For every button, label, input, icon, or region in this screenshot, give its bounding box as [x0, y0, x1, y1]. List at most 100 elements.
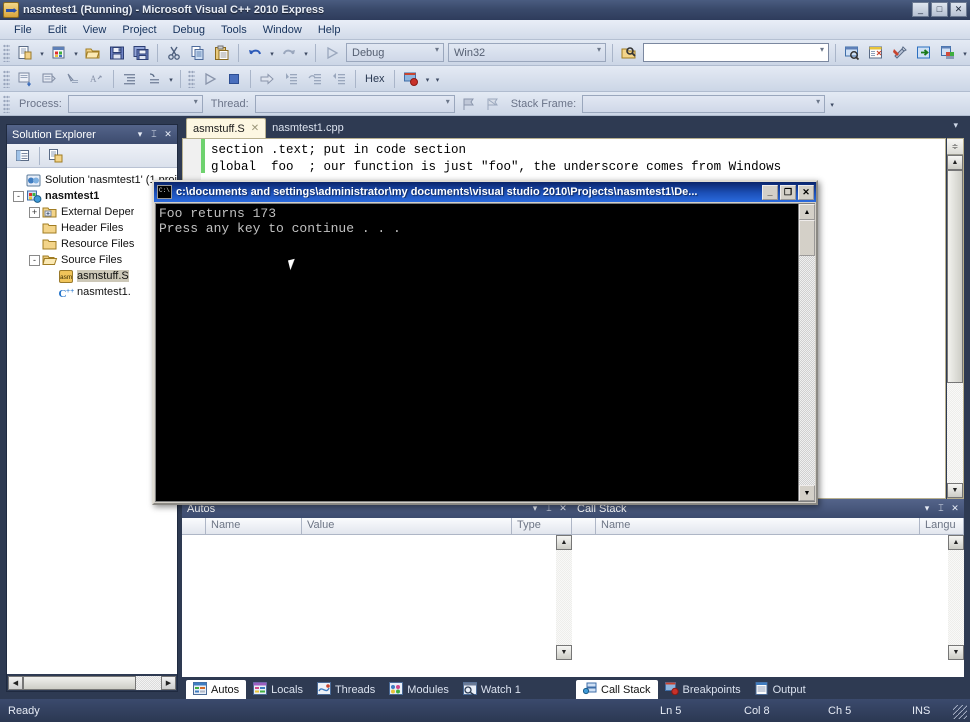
cut-icon[interactable]: [163, 42, 185, 64]
start-debug-icon[interactable]: [321, 42, 343, 64]
new-item-icon[interactable]: [14, 42, 36, 64]
console-titlebar[interactable]: c:\documents and settings\administrator\…: [154, 182, 816, 202]
open-file-icon[interactable]: [82, 42, 104, 64]
console-minimize-button[interactable]: _: [762, 184, 778, 200]
toolbar-grip[interactable]: [188, 69, 195, 88]
new-project-dropdown[interactable]: ▾: [71, 42, 81, 64]
thread-flag-icon[interactable]: [458, 93, 480, 115]
tab-threads[interactable]: Threads: [310, 680, 382, 699]
chevron-down-icon[interactable]: ▾: [920, 501, 934, 516]
chevron-down-icon[interactable]: ▾: [953, 120, 958, 131]
menu-tools[interactable]: Tools: [213, 22, 255, 38]
menu-window[interactable]: Window: [255, 22, 310, 38]
console-close-button[interactable]: ✕: [798, 184, 814, 200]
tab-breakpoints[interactable]: Breakpoints: [658, 680, 748, 699]
step-into-icon[interactable]: [280, 68, 302, 90]
toolbox-icon[interactable]: [889, 42, 911, 64]
scroll-down-button[interactable]: ▼: [947, 483, 963, 498]
thread-combo[interactable]: [254, 94, 455, 113]
tab-output[interactable]: Output: [748, 680, 813, 699]
new-project-icon[interactable]: [48, 42, 70, 64]
new-item-dropdown[interactable]: ▾: [37, 42, 47, 64]
breakpoints-dropdown[interactable]: ▾: [423, 68, 433, 90]
hscroll-track[interactable]: [23, 675, 161, 690]
solution-explorer-hscrollbar[interactable]: ◀ ▶: [7, 674, 177, 691]
console-body[interactable]: Foo returns 173 Press any key to continu…: [155, 203, 815, 502]
save-icon[interactable]: [106, 42, 128, 64]
breakpoints-icon[interactable]: [400, 68, 422, 90]
find-input[interactable]: [643, 43, 829, 62]
menu-project[interactable]: Project: [114, 22, 164, 38]
console-vscrollbar[interactable]: ▲ ▼: [798, 204, 815, 501]
scroll-up-button[interactable]: ▲: [947, 155, 963, 170]
menu-file[interactable]: File: [6, 22, 40, 38]
properties-window-icon[interactable]: [865, 42, 887, 64]
disassembly-icon[interactable]: [62, 68, 84, 90]
toolbar-grip[interactable]: [3, 69, 10, 88]
error-list-icon[interactable]: [937, 42, 959, 64]
tab-locals[interactable]: Locals: [246, 680, 310, 699]
console-window[interactable]: c:\documents and settings\administrator\…: [152, 180, 818, 505]
tab-autos[interactable]: Autos: [186, 680, 247, 699]
step-out-icon[interactable]: [328, 68, 350, 90]
tree-expander[interactable]: -: [29, 254, 40, 266]
tab-watch-1[interactable]: Watch 1: [456, 680, 528, 699]
tab-call-stack[interactable]: Call Stack: [576, 680, 658, 699]
chevron-down-icon[interactable]: ▾: [133, 127, 147, 142]
menu-help[interactable]: Help: [310, 22, 349, 38]
continue-icon[interactable]: [199, 68, 221, 90]
thread-flag-frozen-icon[interactable]: [482, 93, 504, 115]
scroll-up-button[interactable]: ▲: [948, 535, 964, 550]
call-stack-col-language[interactable]: Langu: [920, 518, 964, 534]
maximize-button[interactable]: □: [931, 2, 948, 17]
registers-icon[interactable]: [14, 68, 36, 90]
resize-grip-icon[interactable]: [953, 705, 967, 719]
debug-toolbar-overflow-2[interactable]: ▾: [433, 68, 443, 90]
call-stack-grid[interactable]: Name Langu ▲ ▼: [572, 518, 964, 677]
scroll-left-button[interactable]: ◀: [8, 675, 23, 690]
hex-display-button[interactable]: Hex: [360, 73, 390, 85]
pin-icon[interactable]: ⌶: [147, 127, 161, 142]
process-combo[interactable]: [67, 94, 203, 113]
scroll-down-button[interactable]: ▼: [556, 645, 572, 660]
autos-col-type[interactable]: Type: [512, 518, 572, 534]
menu-debug[interactable]: Debug: [165, 22, 213, 38]
close-icon[interactable]: ✕: [948, 501, 962, 516]
tab-nasmtest1-cpp[interactable]: nasmtest1.cpp: [266, 118, 350, 138]
hscroll-thumb[interactable]: [23, 675, 137, 690]
console-maximize-button[interactable]: ❐: [780, 184, 796, 200]
step-over-icon[interactable]: [304, 68, 326, 90]
solution-configuration-combo[interactable]: Debug: [346, 43, 444, 62]
toolbar-overflow-button[interactable]: ▾: [960, 42, 970, 64]
close-icon[interactable]: ✕: [251, 123, 259, 134]
splitter-icon[interactable]: ≑: [947, 139, 963, 155]
vscroll-track[interactable]: [947, 170, 963, 483]
debug-toolbar-overflow[interactable]: ▾: [166, 68, 176, 90]
find-in-files-icon[interactable]: [618, 42, 640, 64]
copy-icon[interactable]: [187, 42, 209, 64]
call-stack-col-name[interactable]: Name: [596, 518, 920, 534]
tree-expander[interactable]: -: [13, 190, 24, 202]
autos-col-name[interactable]: Name: [206, 518, 302, 534]
autos-col-value[interactable]: Value: [302, 518, 512, 534]
autos-vscrollbar[interactable]: ▲ ▼: [556, 535, 572, 660]
vscroll-thumb[interactable]: [947, 170, 963, 383]
indent-icon[interactable]: [119, 68, 141, 90]
undo-icon[interactable]: [244, 42, 266, 64]
show-next-statement-icon[interactable]: [256, 68, 278, 90]
solution-platform-combo[interactable]: Win32: [448, 43, 606, 62]
show-all-files-icon[interactable]: [45, 145, 67, 167]
vscroll-track[interactable]: [556, 550, 572, 645]
scroll-down-button[interactable]: ▼: [799, 485, 815, 501]
scroll-down-button[interactable]: ▼: [948, 645, 964, 660]
object-browser-icon[interactable]: [913, 42, 935, 64]
pin-icon[interactable]: ⌶: [934, 501, 948, 516]
toolbar-grip[interactable]: [3, 94, 10, 113]
paste-icon[interactable]: [211, 42, 233, 64]
editor-vscrollbar[interactable]: ≑ ▲ ▼: [947, 138, 964, 499]
properties-icon[interactable]: [12, 145, 34, 167]
toolbar-grip[interactable]: [3, 43, 10, 62]
call-stack-vscrollbar[interactable]: ▲ ▼: [948, 535, 964, 660]
redo-icon[interactable]: [278, 42, 300, 64]
scroll-up-button[interactable]: ▲: [556, 535, 572, 550]
